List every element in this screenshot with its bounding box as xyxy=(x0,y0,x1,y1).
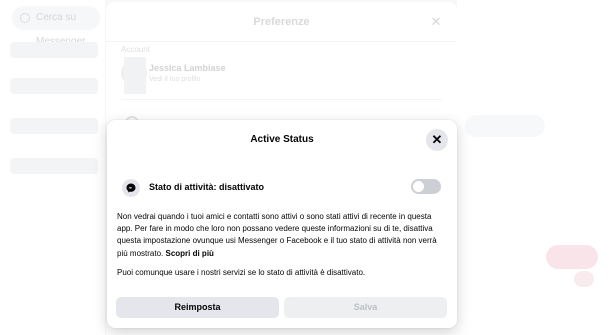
messenger-icon xyxy=(122,179,140,197)
info-note: Puoi comunque usare i nostri servizi se … xyxy=(117,268,366,277)
reset-button[interactable]: Reimposta xyxy=(116,297,279,318)
learn-more-link[interactable]: Scopri di più xyxy=(165,249,213,258)
toggle-knob xyxy=(413,181,424,192)
description-text: Non vedrai quando i tuoi amici e contatt… xyxy=(117,211,447,260)
active-status-dialog: Active Status ✕ Stato di attività: disat… xyxy=(107,120,457,328)
save-button[interactable]: Salva xyxy=(284,297,447,318)
active-status-toggle[interactable] xyxy=(411,179,441,194)
close-icon: ✕ xyxy=(431,132,443,147)
active-status-label: Stato di attività: disattivato xyxy=(149,182,265,192)
close-button[interactable]: ✕ xyxy=(426,129,448,151)
dialog-title: Active Status xyxy=(250,134,314,145)
